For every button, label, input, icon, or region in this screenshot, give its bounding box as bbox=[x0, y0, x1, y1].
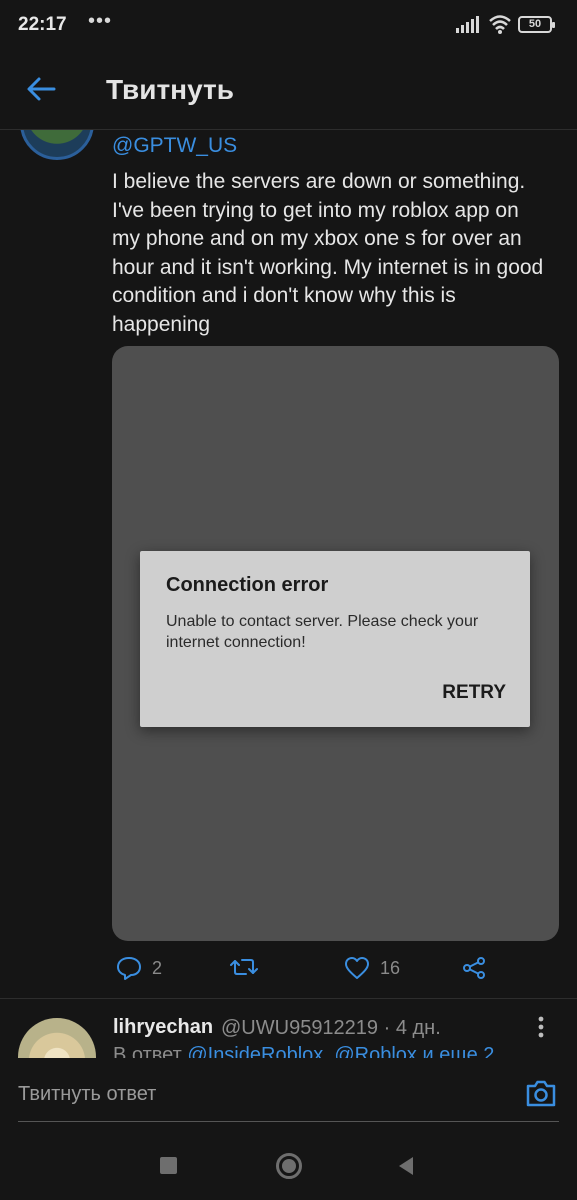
camera-icon[interactable] bbox=[525, 1078, 557, 1108]
tweet-actions: 2 16 bbox=[0, 956, 577, 986]
battery-icon: 50 bbox=[518, 16, 555, 33]
nav-back-icon[interactable] bbox=[397, 1156, 415, 1176]
reply-icon bbox=[117, 957, 141, 980]
connection-error-dialog: Connection error Unable to contact serve… bbox=[140, 551, 530, 727]
dialog-message: Unable to contact server. Please check y… bbox=[166, 613, 479, 651]
reply-to-mentions[interactable]: @InsideRoblox, @Roblox и еще 2 bbox=[187, 1044, 494, 1058]
reply-composer bbox=[0, 1058, 577, 1130]
reply-author-meta: @UWU95912219 · 4 дн. bbox=[221, 1017, 441, 1039]
more-icon[interactable] bbox=[538, 1016, 544, 1038]
retweet-icon bbox=[230, 959, 258, 975]
reply-count: 2 bbox=[152, 957, 163, 978]
reply-button[interactable]: 2 bbox=[116, 956, 162, 980]
battery-level: 50 bbox=[528, 18, 542, 30]
status-time: 22:17 bbox=[18, 14, 67, 35]
reply-to-line: В ответ @InsideRoblox, @Roblox и еще 2 bbox=[113, 1044, 494, 1058]
author-avatar[interactable] bbox=[20, 130, 94, 160]
tweet-divider bbox=[0, 998, 577, 999]
like-icon bbox=[345, 957, 369, 979]
app-bar: Твитнуть bbox=[0, 52, 577, 130]
reply-to-prefix: В ответ bbox=[113, 1044, 188, 1058]
wifi-icon bbox=[489, 15, 511, 34]
page-title: Твитнуть bbox=[106, 74, 234, 105]
retry-button: RETRY bbox=[442, 682, 506, 703]
tweet-thread: @GPTW_US I believe the servers are down … bbox=[0, 130, 577, 1058]
status-bar: 22:17 ••• 50 bbox=[0, 0, 577, 52]
share-icon bbox=[463, 957, 485, 979]
tweet-media-image[interactable]: Connection error Unable to contact serve… bbox=[112, 346, 559, 941]
composer-underline bbox=[18, 1121, 559, 1122]
like-button[interactable]: 16 bbox=[344, 956, 400, 980]
dialog-title: Connection error bbox=[166, 574, 329, 596]
recent-apps-button[interactable] bbox=[160, 1157, 177, 1174]
notification-dots-icon: ••• bbox=[88, 10, 113, 32]
reply-author-avatar[interactable] bbox=[18, 1018, 96, 1058]
system-nav-bar bbox=[0, 1130, 577, 1200]
home-button[interactable] bbox=[276, 1153, 302, 1179]
tweet-text: I believe the servers are down or someth… bbox=[112, 170, 544, 336]
signal-icon bbox=[456, 16, 479, 33]
author-handle[interactable]: @GPTW_US bbox=[112, 134, 237, 158]
back-arrow-icon[interactable] bbox=[26, 76, 56, 102]
like-count: 16 bbox=[380, 957, 401, 978]
share-button[interactable] bbox=[462, 956, 486, 980]
reply-author-name[interactable]: lihryechan bbox=[113, 1016, 213, 1039]
reply-input[interactable] bbox=[18, 1078, 498, 1110]
retweet-button[interactable] bbox=[230, 956, 258, 978]
